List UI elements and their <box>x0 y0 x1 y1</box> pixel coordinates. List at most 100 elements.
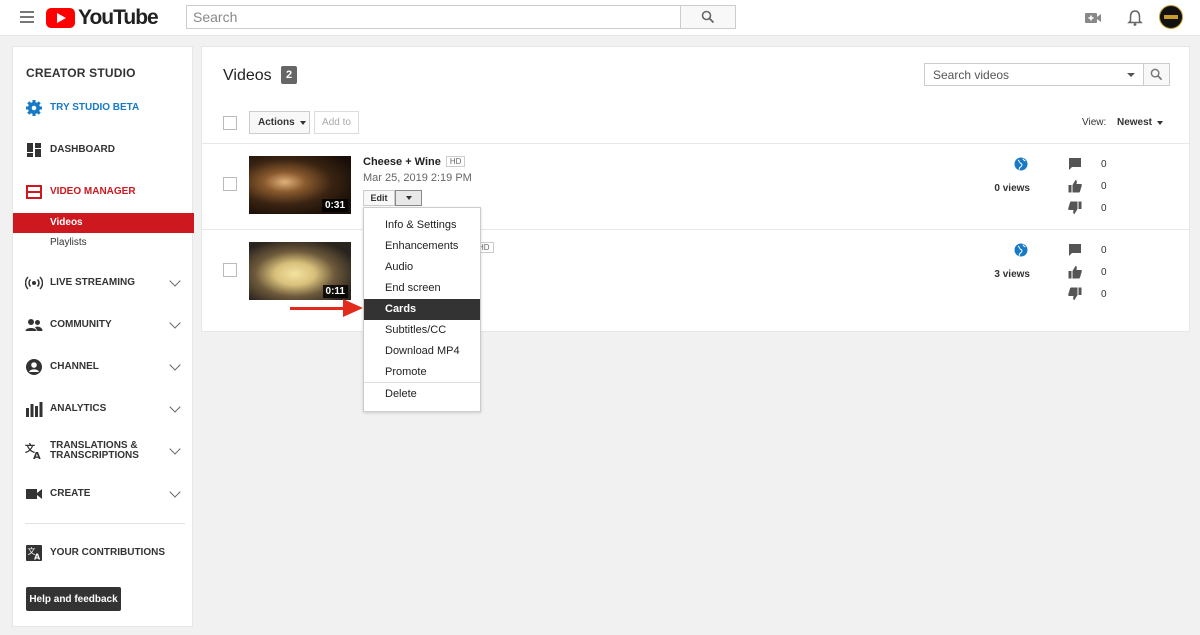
globe-icon[interactable] <box>1014 243 1028 257</box>
annotation-arrow-icon <box>343 299 363 317</box>
video-title[interactable]: Cheese + Wine <box>363 156 441 168</box>
menu-item-end-screen[interactable]: End screen <box>364 278 480 299</box>
bell-icon[interactable] <box>1126 9 1144 27</box>
comment-count: 0 <box>1101 159 1107 170</box>
upload-video-icon[interactable] <box>1084 9 1102 27</box>
sidebar-subitem-playlists[interactable]: Playlists <box>13 233 194 253</box>
menu-item-download-mp4[interactable]: Download MP4 <box>364 341 480 362</box>
globe-icon[interactable] <box>1014 157 1028 171</box>
sidebar-item-label: LIVE STREAMING <box>50 277 136 288</box>
sidebar-item-analytics[interactable]: ANALYTICS <box>13 395 194 423</box>
menu-item-cards[interactable]: Cards <box>364 299 480 320</box>
sidebar: CREATOR STUDIO TRY STUDIO BETA DASHBOARD… <box>12 46 194 627</box>
caret-down-icon <box>1157 121 1164 125</box>
thumbs-down-icon[interactable] <box>1068 287 1082 301</box>
thumbs-down-icon[interactable] <box>1068 201 1082 215</box>
search-videos-button[interactable] <box>1143 63 1170 86</box>
sidebar-subitem-videos[interactable]: Videos <box>13 213 194 233</box>
hd-badge: HD <box>445 156 466 167</box>
search-input[interactable]: Search <box>186 5 680 29</box>
chevron-down-icon <box>169 359 181 371</box>
add-to-button[interactable]: Add to <box>314 111 359 134</box>
avatar[interactable] <box>1159 5 1183 29</box>
comment-icon[interactable] <box>1068 243 1082 257</box>
sidebar-title: CREATOR STUDIO <box>26 66 136 80</box>
video-manager-panel: Videos 2 Search videos Actions Add to Vi… <box>201 46 1190 332</box>
video-views: 0 views <box>994 183 1030 194</box>
sidebar-item-create[interactable]: CREATE <box>13 480 194 508</box>
edit-dropdown-toggle[interactable] <box>395 190 422 206</box>
search-button[interactable] <box>680 5 736 29</box>
translations-line-2: TRANSCRIPTIONS <box>50 450 139 461</box>
community-icon <box>25 319 43 331</box>
actions-dropdown[interactable]: Actions <box>249 111 310 134</box>
sidebar-item-dashboard[interactable]: DASHBOARD <box>13 136 194 164</box>
menu-item-subtitles[interactable]: Subtitles/CC <box>364 320 480 341</box>
menu-item-enhancements[interactable]: Enhancements <box>364 236 480 257</box>
sidebar-item-label: YOUR CONTRIBUTIONS <box>50 547 165 558</box>
dislike-count: 0 <box>1101 203 1107 214</box>
video-thumbnail[interactable]: 0:31 <box>249 156 351 214</box>
video-views: 3 views <box>994 269 1030 280</box>
thumbs-up-icon[interactable] <box>1068 179 1082 193</box>
contributions-icon: 文A <box>26 545 42 562</box>
video-date: Mar 25, 2019 2:19 PM <box>363 172 472 184</box>
like-count: 0 <box>1101 267 1107 278</box>
view-sort-dropdown[interactable]: Newest <box>1117 117 1164 128</box>
sidebar-item-translations[interactable]: 文A TRANSLATIONS & TRANSCRIPTIONS <box>13 437 194 465</box>
caret-down-icon <box>299 120 306 125</box>
sidebar-item-try-studio-beta[interactable]: TRY STUDIO BETA <box>13 94 194 122</box>
search-icon <box>1150 68 1163 81</box>
dashboard-icon <box>27 143 41 157</box>
video-manager-icon <box>26 185 42 199</box>
top-bar: YouTube Search <box>0 0 1200 36</box>
actions-label: Actions <box>258 117 295 128</box>
row-checkbox[interactable] <box>223 263 237 277</box>
menu-item-audio[interactable]: Audio <box>364 257 480 278</box>
video-count-badge: 2 <box>281 66 297 84</box>
menu-item-delete[interactable]: Delete <box>364 384 480 405</box>
youtube-logo[interactable]: YouTube <box>46 6 159 29</box>
translate-icon: 文A <box>25 442 41 460</box>
svg-text:A: A <box>34 553 41 562</box>
camera-icon <box>26 489 42 499</box>
sidebar-item-label: ANALYTICS <box>50 403 107 414</box>
gear-icon <box>26 100 42 116</box>
caret-down-icon[interactable] <box>1127 73 1135 77</box>
video-thumbnail[interactable]: 0:11 <box>249 242 351 300</box>
chevron-down-icon <box>169 317 181 329</box>
sidebar-item-label: COMMUNITY <box>50 319 112 330</box>
select-all-checkbox[interactable] <box>223 116 237 130</box>
sidebar-item-label: VIDEO MANAGER <box>50 186 136 197</box>
video-duration: 0:11 <box>322 285 348 298</box>
edit-button[interactable]: Edit <box>363 190 395 206</box>
channel-icon <box>26 359 42 375</box>
sidebar-item-your-contributions[interactable]: 文A YOUR CONTRIBUTIONS <box>13 539 194 567</box>
sidebar-item-community[interactable]: COMMUNITY <box>13 311 194 339</box>
menu-icon[interactable] <box>20 11 34 23</box>
chevron-down-icon <box>169 401 181 413</box>
sidebar-divider <box>25 523 185 524</box>
comment-icon[interactable] <box>1068 157 1082 171</box>
video-duration: 0:31 <box>321 199 348 212</box>
thumbs-up-icon[interactable] <box>1068 265 1082 279</box>
search-videos-input[interactable]: Search videos <box>924 63 1144 86</box>
sidebar-item-video-manager[interactable]: VIDEO MANAGER <box>13 178 194 206</box>
youtube-play-icon <box>46 8 75 28</box>
analytics-icon <box>26 402 43 417</box>
sidebar-item-live-streaming[interactable]: LIVE STREAMING <box>13 269 194 297</box>
sidebar-item-label: CREATE <box>50 488 91 499</box>
annotation-arrow-shaft <box>290 307 345 310</box>
view-sort-value: Newest <box>1117 117 1153 128</box>
chevron-down-icon <box>169 443 181 455</box>
menu-item-info-settings[interactable]: Info & Settings <box>364 215 480 236</box>
menu-item-promote[interactable]: Promote <box>364 362 480 383</box>
row-checkbox[interactable] <box>223 177 237 191</box>
help-feedback-button[interactable]: Help and feedback <box>26 587 121 611</box>
chevron-down-icon <box>169 275 181 287</box>
video-title-row: Cheese + Wine HD <box>363 156 466 168</box>
search-videos-placeholder: Search videos <box>933 68 1010 82</box>
sidebar-item-label: CHANNEL <box>50 361 99 372</box>
sidebar-item-channel[interactable]: CHANNEL <box>13 353 194 381</box>
avatar-logo <box>1164 15 1178 19</box>
